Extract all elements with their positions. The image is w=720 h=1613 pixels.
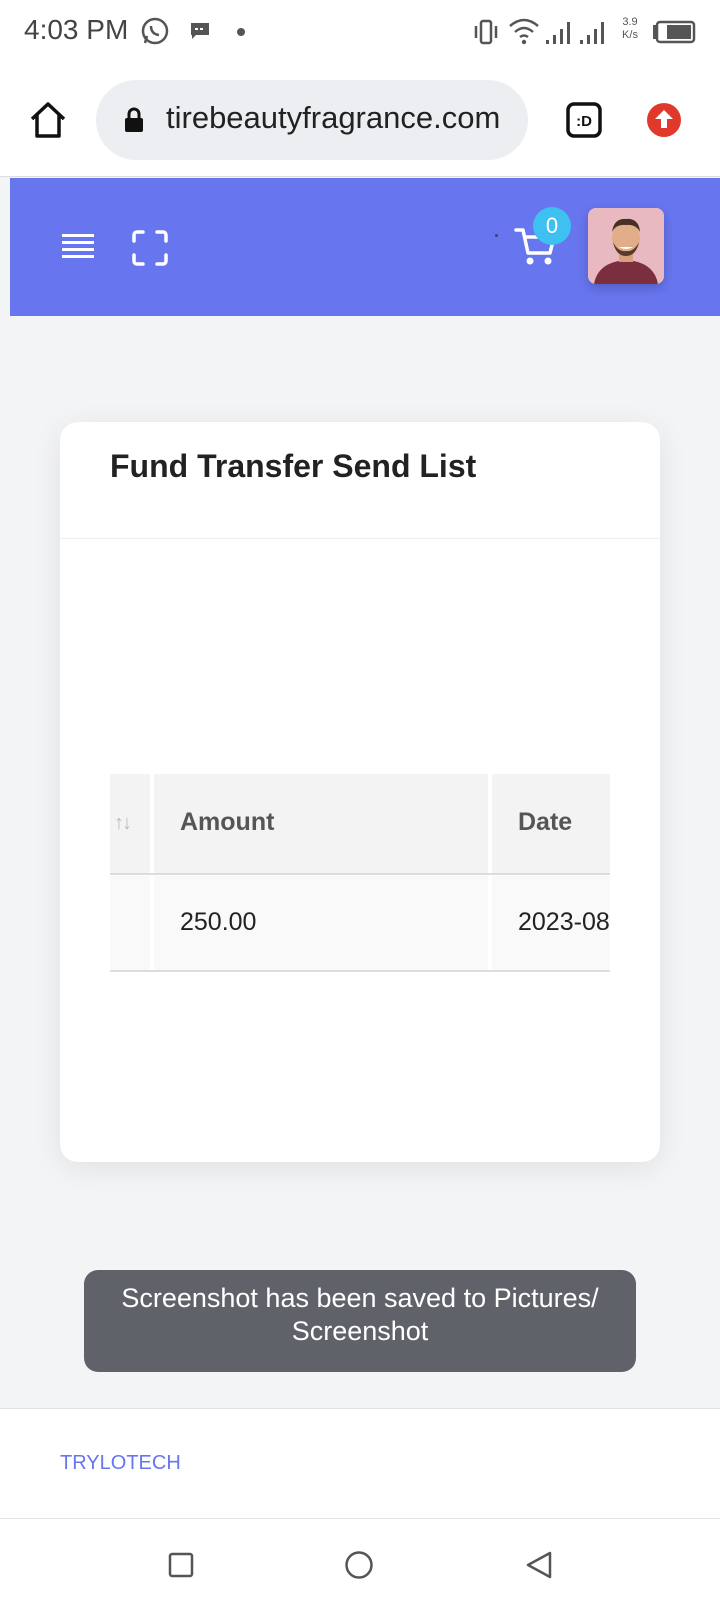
battery-icon	[653, 20, 696, 44]
tab-switcher-icon[interactable]: :D	[566, 102, 602, 138]
table-cell-date: 2023-08	[492, 876, 610, 970]
table-cell-text: 2023-08	[518, 908, 610, 936]
column-header-label: Date	[518, 808, 573, 836]
notification-dot	[237, 28, 245, 36]
table-bottom-divider	[110, 970, 610, 972]
column-header-label: Amount	[180, 808, 275, 836]
table-header-sort[interactable]: ↑↓	[110, 774, 150, 874]
table-cell-text: 250.00	[180, 908, 257, 936]
url-text[interactable]: tirebeautyfragrance.com	[166, 100, 500, 136]
avatar[interactable]	[588, 208, 664, 284]
status-time: 4:03 PM	[24, 14, 129, 45]
signal-icon	[580, 22, 604, 44]
cart-count-badge: 0	[533, 207, 571, 245]
table-header-divider	[110, 873, 610, 875]
vibrate-icon	[474, 19, 498, 45]
page-title: Fund Transfer Send List	[110, 448, 477, 484]
network-speed: 3.9 K/s	[616, 16, 644, 42]
wifi-icon	[509, 18, 539, 45]
table-header-date[interactable]: Date	[492, 774, 610, 874]
table-cell-amount: 250.00	[154, 876, 488, 970]
update-icon[interactable]	[646, 102, 682, 138]
table-header-amount[interactable]: Amount	[154, 774, 488, 874]
toast-notification: Screenshot has been saved to Pictures/ S…	[84, 1270, 636, 1372]
lock-icon	[125, 107, 143, 132]
whatsapp-icon	[141, 17, 169, 45]
back-icon[interactable]	[524, 1550, 554, 1580]
fullscreen-icon[interactable]	[132, 230, 168, 266]
network-speed-unit: K/s	[622, 29, 638, 41]
network-speed-value: 3.9	[622, 16, 638, 28]
menu-icon[interactable]	[60, 232, 96, 260]
home-icon[interactable]	[28, 100, 68, 140]
table-cell	[110, 876, 150, 970]
card-divider	[60, 538, 660, 539]
signal-icon	[546, 22, 570, 44]
recents-icon[interactable]	[168, 1552, 194, 1578]
footer-brand[interactable]: TRYLOTECH	[60, 1452, 181, 1475]
tab-switcher-label: :D	[576, 113, 592, 130]
header-dot	[495, 234, 498, 237]
toast-text: Screenshot has been saved to Pictures/ S…	[121, 1283, 599, 1346]
home-circle-icon[interactable]	[344, 1550, 374, 1580]
sort-icon[interactable]: ↑↓	[114, 812, 132, 835]
message-icon	[191, 23, 209, 39]
